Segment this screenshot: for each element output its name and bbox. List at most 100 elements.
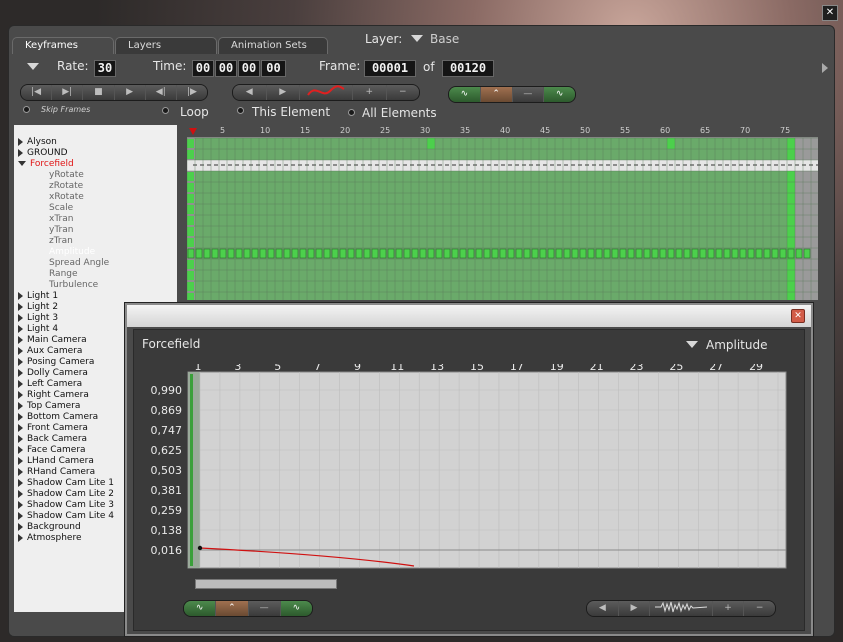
tree-item[interactable]: Turbulence xyxy=(49,280,98,291)
tree-item[interactable]: Main Camera xyxy=(18,335,87,346)
tree-item[interactable]: yRotate xyxy=(49,170,84,181)
tree-item[interactable]: yTran xyxy=(49,225,73,236)
tree-item[interactable]: Atmosphere xyxy=(18,533,81,544)
end-button[interactable]: ▶| xyxy=(52,85,84,100)
collapsed-arrow-icon[interactable] xyxy=(18,445,23,454)
tree-item[interactable]: xRotate xyxy=(49,192,84,203)
graph-break-button[interactable]: ∿ xyxy=(280,601,312,616)
tab-keyframes[interactable]: Keyframes xyxy=(12,37,114,54)
keyframe-grid-svg[interactable] xyxy=(186,125,820,304)
graph-constant-button[interactable]: — xyxy=(248,601,281,616)
tree-item[interactable]: Left Camera xyxy=(18,379,82,390)
tree-item[interactable]: Shadow Cam Lite 2 xyxy=(18,489,114,500)
tree-item[interactable]: Aux Camera xyxy=(18,346,82,357)
linear-interp-button[interactable]: ⌃ xyxy=(480,87,513,102)
close-icon[interactable]: ✕ xyxy=(822,5,838,21)
tree-item[interactable]: Scale xyxy=(49,203,73,214)
collapsed-arrow-icon[interactable] xyxy=(18,533,23,542)
collapsed-arrow-icon[interactable] xyxy=(18,522,23,531)
tree-item[interactable]: zTran xyxy=(49,236,73,247)
play-button[interactable]: ▶ xyxy=(114,85,146,100)
collapsed-arrow-icon[interactable] xyxy=(18,423,23,432)
collapsed-arrow-icon[interactable] xyxy=(18,434,23,443)
tree-item[interactable]: Background xyxy=(18,522,81,533)
constant-interp-button[interactable]: — xyxy=(512,87,545,102)
time-frames[interactable]: 00 xyxy=(261,60,286,77)
time-minutes[interactable]: 00 xyxy=(215,60,237,77)
tab-animation-sets[interactable]: Animation Sets xyxy=(218,37,328,54)
collapsed-arrow-icon[interactable] xyxy=(18,401,23,410)
collapsed-arrow-icon[interactable] xyxy=(18,291,23,300)
tree-item[interactable]: Light 3 xyxy=(18,313,58,324)
graph-prev-key-button[interactable]: ◀ xyxy=(587,601,619,616)
graph-linear-button[interactable]: ⌃ xyxy=(216,601,249,616)
parameter-dropdown-icon[interactable] xyxy=(686,341,698,348)
tree-item[interactable]: Top Camera xyxy=(18,401,80,412)
tree-item[interactable]: Face Camera xyxy=(18,445,86,456)
collapsed-arrow-icon[interactable] xyxy=(18,456,23,465)
tree-item[interactable]: GROUND xyxy=(18,148,68,159)
frame-total-field[interactable]: 00120 xyxy=(442,60,494,77)
graph-scrollbar[interactable] xyxy=(195,579,337,589)
graph-next-key-button[interactable]: ▶ xyxy=(618,601,651,616)
tree-item[interactable]: Shadow Cam Lite 4 xyxy=(18,511,114,522)
collapsed-arrow-icon[interactable] xyxy=(18,467,23,476)
loop-radio[interactable] xyxy=(162,107,169,114)
all-elements-radio[interactable] xyxy=(348,109,355,116)
tree-item[interactable]: LHand Camera xyxy=(18,456,94,467)
graph-spline-button[interactable]: ∿ xyxy=(184,601,217,616)
graph-canvas[interactable]: 1 3 5 7 9 11 13 15 17 19 21 23 25 27 290,9900,8690,747… xyxy=(134,364,806,594)
graph-add-key-button[interactable]: + xyxy=(712,601,745,616)
delete-keyframe-button[interactable]: − xyxy=(386,85,419,100)
tree-item[interactable]: Amplitude xyxy=(49,247,95,258)
layer-value[interactable]: Base xyxy=(430,32,459,46)
tree-item[interactable]: Light 4 xyxy=(18,324,58,335)
tree-item[interactable]: Spread Angle xyxy=(49,258,109,269)
collapsed-arrow-icon[interactable] xyxy=(18,148,23,157)
next-keyframe-button[interactable]: ▶ xyxy=(266,85,300,100)
tree-item[interactable]: Bottom Camera xyxy=(18,412,98,423)
spline-interp-button[interactable]: ∿ xyxy=(449,87,481,102)
collapsed-arrow-icon[interactable] xyxy=(18,489,23,498)
rewind-button[interactable]: |◀ xyxy=(21,85,53,100)
collapsed-arrow-icon[interactable] xyxy=(18,379,23,388)
collapsed-arrow-icon[interactable] xyxy=(18,324,23,333)
tree-item[interactable]: Light 2 xyxy=(18,302,58,313)
graph-sound-button[interactable] xyxy=(650,601,713,616)
collapsed-arrow-icon[interactable] xyxy=(18,302,23,311)
options-menu-icon[interactable] xyxy=(27,63,39,70)
tree-item[interactable]: zRotate xyxy=(49,181,83,192)
collapsed-arrow-icon[interactable] xyxy=(18,390,23,399)
tree-item[interactable]: Light 1 xyxy=(18,291,58,302)
expand-arrow-icon[interactable] xyxy=(822,63,828,73)
collapsed-arrow-icon[interactable] xyxy=(18,357,23,366)
skip-frames-radio[interactable] xyxy=(23,106,30,113)
layer-dropdown-icon[interactable] xyxy=(411,35,423,42)
time-seconds[interactable]: 00 xyxy=(238,60,260,77)
tree-item[interactable]: Range xyxy=(49,269,78,280)
collapsed-arrow-icon[interactable] xyxy=(18,313,23,322)
collapsed-arrow-icon[interactable] xyxy=(18,368,23,377)
tree-item[interactable]: Right Camera xyxy=(18,390,89,401)
frame-current-field[interactable]: 00001 xyxy=(364,60,416,77)
tree-item[interactable]: Forcefield xyxy=(18,159,74,170)
current-frame-marker-icon[interactable] xyxy=(189,128,197,135)
this-element-radio[interactable] xyxy=(237,107,244,114)
collapsed-arrow-icon[interactable] xyxy=(18,412,23,421)
next-key-button[interactable]: |▶ xyxy=(176,85,207,100)
collapsed-arrow-icon[interactable] xyxy=(18,511,23,520)
tree-item[interactable]: Shadow Cam Lite 1 xyxy=(18,478,114,489)
graph-close-icon[interactable]: ✕ xyxy=(791,309,805,323)
collapsed-arrow-icon[interactable] xyxy=(18,478,23,487)
graph-parameter-label[interactable]: Amplitude xyxy=(706,338,768,352)
tree-item[interactable]: Alyson xyxy=(18,137,57,148)
tree-item[interactable]: xTran xyxy=(49,214,73,225)
tree-item[interactable]: Back Camera xyxy=(18,434,87,445)
graph-titlebar[interactable] xyxy=(127,305,811,327)
add-keyframe-button[interactable]: + xyxy=(353,85,387,100)
collapsed-arrow-icon[interactable] xyxy=(18,335,23,344)
time-hours[interactable]: 00 xyxy=(192,60,214,77)
tree-item[interactable]: Shadow Cam Lite 3 xyxy=(18,500,114,511)
rate-field[interactable]: 30 xyxy=(94,60,116,77)
expanded-arrow-icon[interactable] xyxy=(18,161,26,166)
